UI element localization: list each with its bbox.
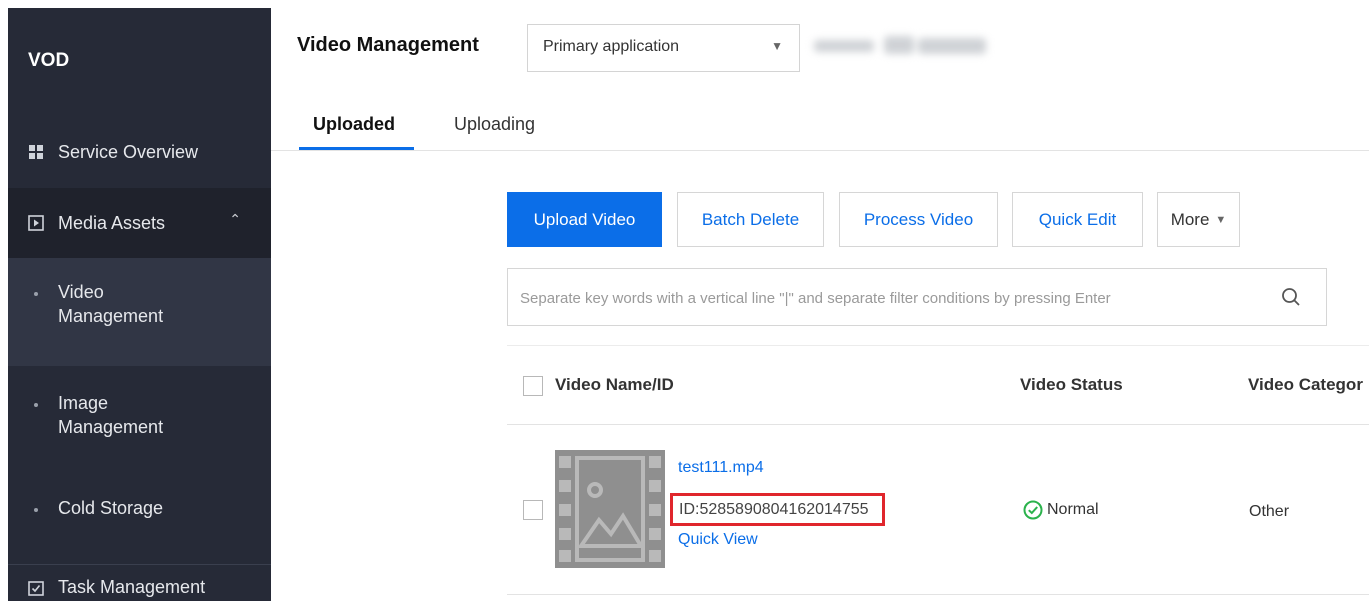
- search-box: [507, 268, 1327, 327]
- column-header-category[interactable]: Video Categor: [1248, 375, 1363, 395]
- page-title: Video Management: [297, 34, 479, 56]
- table-header: Video Name/ID Video Status Video Categor: [507, 345, 1369, 425]
- sidebar-item-label: Media Assets: [58, 212, 166, 233]
- sidebar-item-media-assets[interactable]: Media Assets ⌃: [8, 188, 271, 258]
- quick-view-link[interactable]: Quick View: [678, 531, 758, 549]
- row-checkbox[interactable]: [523, 500, 543, 520]
- sidebar-item-label: Service Overview: [58, 141, 199, 162]
- chevron-up-icon: ⌃: [229, 211, 241, 227]
- active-tab-indicator: [299, 147, 414, 150]
- upload-video-button[interactable]: Upload Video: [507, 192, 662, 247]
- column-header-status[interactable]: Video Status: [1020, 375, 1123, 395]
- tab-uploaded[interactable]: Uploaded: [313, 114, 395, 135]
- sidebar-item-label: Task Management: [58, 577, 206, 597]
- quick-edit-button[interactable]: Quick Edit: [1012, 192, 1143, 247]
- sidebar-item-task-management[interactable]: Task Management: [8, 564, 271, 601]
- caret-down-icon: ▼: [1215, 213, 1227, 226]
- play-box-icon: [28, 215, 44, 231]
- tab-uploading[interactable]: Uploading: [454, 114, 535, 135]
- video-id: ID:5285890804162014755: [670, 493, 885, 526]
- sidebar: VOD Service Overview Media Assets ⌃ Vide…: [8, 8, 271, 601]
- process-video-button[interactable]: Process Video: [839, 192, 998, 247]
- video-status: Normal: [1023, 500, 1099, 520]
- sidebar-item-label: Cold Storage: [58, 498, 164, 518]
- table-row: test111.mp4 ID:5285890804162014755 Quick…: [507, 424, 1369, 595]
- video-category: Other: [1249, 503, 1290, 520]
- sidebar-item-video-management[interactable]: Video Management: [8, 258, 271, 366]
- redacted-text: [814, 34, 989, 62]
- search-input[interactable]: [508, 269, 1282, 327]
- video-thumbnail-icon[interactable]: [555, 450, 665, 568]
- grid-icon: [28, 144, 44, 160]
- check-circle-icon: [1023, 500, 1043, 520]
- bullet-icon: [34, 508, 38, 512]
- tab-bar: Uploaded Uploading: [271, 100, 1369, 151]
- batch-delete-button[interactable]: Batch Delete: [677, 192, 824, 247]
- sidebar-item-image-management[interactable]: Image Management: [8, 383, 271, 453]
- video-table: Video Name/ID Video Status Video Categor: [507, 345, 1369, 601]
- checklist-icon: [28, 580, 44, 596]
- more-dropdown-button[interactable]: More ▼: [1157, 192, 1240, 247]
- column-header-name[interactable]: Video Name/ID: [555, 375, 674, 395]
- application-select-value: Primary application: [543, 38, 680, 55]
- sidebar-item-service-overview[interactable]: Service Overview: [8, 132, 271, 172]
- caret-down-icon: ▼: [771, 39, 783, 53]
- bullet-icon: [34, 292, 38, 296]
- status-label: Normal: [1047, 501, 1099, 518]
- sidebar-item-label: Image Management: [58, 393, 164, 437]
- application-select[interactable]: Primary application ▼: [527, 24, 800, 72]
- video-name-link[interactable]: test111.mp4: [678, 459, 764, 477]
- more-label: More: [1170, 209, 1210, 229]
- bullet-icon: [34, 403, 38, 407]
- search-icon[interactable]: [1280, 286, 1302, 308]
- brand-title: VOD: [28, 50, 70, 71]
- sidebar-item-label: Video Management: [58, 282, 164, 326]
- sidebar-item-cold-storage[interactable]: Cold Storage: [8, 488, 271, 528]
- select-all-checkbox[interactable]: [523, 376, 543, 396]
